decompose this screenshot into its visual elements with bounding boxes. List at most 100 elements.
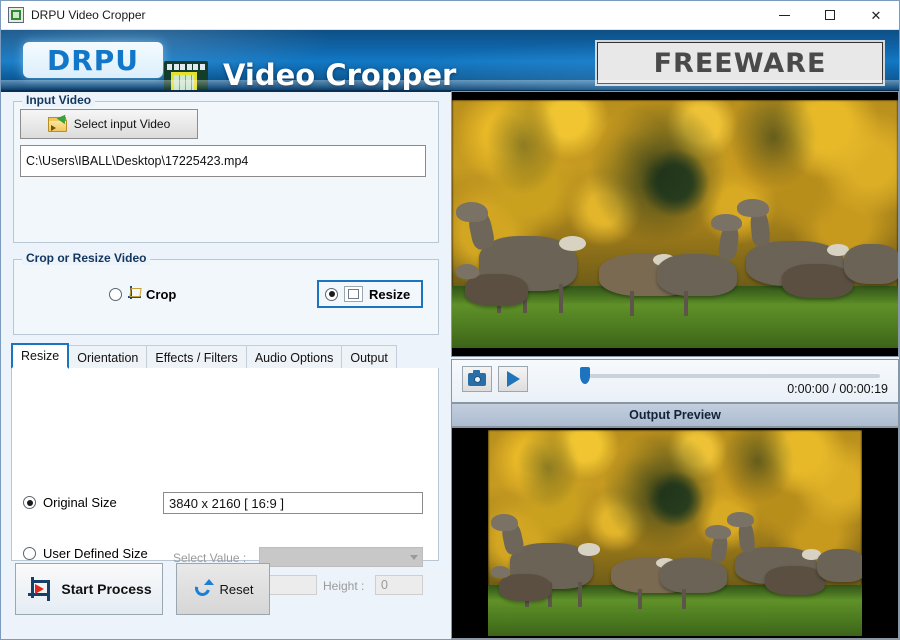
fawn	[498, 574, 552, 601]
crop-label: Crop	[146, 286, 177, 302]
select-value-dropdown[interactable]	[259, 547, 423, 567]
player-control-bar: 0:00:00 / 00:00:19	[451, 359, 899, 403]
freeware-badge-label: FREEWARE	[653, 47, 827, 79]
window-title: DRPU Video Cropper	[31, 8, 146, 22]
maximize-icon	[825, 10, 835, 20]
height-value: 0	[381, 578, 388, 592]
close-button[interactable]: ✕	[853, 1, 899, 29]
title-bar: DRPU Video Cropper ✕	[1, 1, 899, 30]
deer-leg	[630, 290, 635, 316]
resize-radio[interactable]	[325, 287, 338, 301]
video-frame-image	[452, 100, 898, 348]
folder-open-icon	[47, 111, 70, 132]
reset-button[interactable]: Reset	[176, 563, 270, 615]
settings-tabs: Resize Orientation Effects / Filters Aud…	[11, 343, 437, 370]
chevron-down-icon	[410, 554, 418, 560]
deer	[817, 549, 863, 583]
deer-head	[456, 201, 488, 222]
left-pane: Input Video Select input Video C:\Users\…	[1, 91, 449, 639]
tab-output-label: Output	[350, 350, 388, 365]
deer	[764, 565, 825, 595]
product-title: Video Cropper	[223, 58, 457, 92]
freeware-badge: FREEWARE	[597, 42, 883, 84]
deer-rump	[577, 543, 601, 556]
crop-radio-option[interactable]: Crop	[109, 286, 176, 302]
original-size-label: Original Size	[43, 495, 117, 510]
deer	[844, 243, 898, 284]
app-banner: DRPU Video Cropper FREEWARE	[1, 30, 899, 92]
start-process-button[interactable]: Start Process	[15, 563, 163, 615]
crop-radio[interactable]	[109, 287, 122, 301]
seek-slider[interactable]	[580, 367, 880, 384]
maximize-button[interactable]	[807, 1, 853, 29]
close-icon: ✕	[870, 7, 882, 23]
resize-tab-panel	[11, 368, 439, 561]
seek-slider-handle[interactable]	[580, 367, 590, 384]
output-frame-image	[487, 430, 863, 636]
original-size-radio-option[interactable]: Original Size	[23, 495, 117, 510]
tab-audio-options[interactable]: Audio Options	[245, 345, 343, 369]
user-defined-size-radio[interactable]	[23, 547, 36, 560]
minimize-icon	[778, 14, 790, 16]
fawn-head	[456, 263, 479, 279]
minimize-button[interactable]	[761, 1, 807, 29]
play-button[interactable]	[498, 366, 528, 392]
deer-leg	[683, 290, 688, 316]
application-window: DRPU Video Cropper ✕ DRPU Video Cropper …	[0, 0, 900, 640]
output-video-preview	[451, 427, 899, 639]
crop-play-icon	[26, 577, 52, 601]
deer	[660, 557, 728, 593]
resize-label: Resize	[369, 286, 411, 302]
fawn-head	[491, 565, 511, 579]
play-icon	[506, 371, 520, 387]
height-label: Height :	[323, 579, 365, 593]
deer-head	[710, 214, 742, 232]
input-path-value: C:\Users\IBALL\Desktop\17225423.mp4	[26, 154, 249, 168]
source-video-preview[interactable]	[451, 91, 899, 357]
logo-text: DRPU	[46, 43, 140, 77]
time-display: 0:00:00 / 00:00:19	[787, 382, 888, 396]
deer-leg	[682, 588, 687, 610]
height-input[interactable]: 0	[375, 575, 423, 595]
main-body: Input Video Select input Video C:\Users\…	[1, 91, 899, 639]
snapshot-button[interactable]	[462, 366, 492, 392]
deer	[782, 263, 854, 299]
tab-audio-options-label: Audio Options	[254, 350, 334, 365]
resize-icon	[344, 286, 363, 302]
deer-leg	[559, 283, 564, 314]
input-video-group-title: Input Video	[22, 93, 96, 107]
tab-resize-label: Resize	[21, 349, 60, 363]
start-process-label: Start Process	[61, 581, 152, 597]
output-preview-header: Output Preview	[451, 403, 899, 427]
output-preview-title: Output Preview	[629, 408, 721, 422]
input-path-field[interactable]: C:\Users\IBALL\Desktop\17225423.mp4	[20, 145, 426, 177]
crop-or-resize-group-title: Crop or Resize Video	[22, 251, 151, 265]
app-icon	[8, 7, 24, 23]
deer-head	[737, 199, 769, 217]
deer-leg	[577, 582, 582, 608]
tab-effects-filters-label: Effects / Filters	[155, 350, 238, 365]
original-size-value: 3840 x 2160 [ 16:9 ]	[169, 495, 284, 511]
tab-resize[interactable]: Resize	[11, 343, 70, 369]
tab-effects-filters[interactable]: Effects / Filters	[146, 345, 247, 369]
deer-leg	[637, 588, 642, 610]
deer-head	[704, 524, 732, 540]
reset-label: Reset	[219, 581, 254, 597]
original-size-field: 3840 x 2160 [ 16:9 ]	[163, 492, 423, 514]
original-size-radio[interactable]	[23, 496, 36, 509]
select-input-video-label: Select input Video	[73, 117, 171, 131]
film-strip-icon	[164, 61, 208, 90]
user-defined-size-label: User Defined Size	[43, 546, 148, 561]
right-pane: 0:00:00 / 00:00:19 Output Preview	[451, 91, 899, 639]
crop-icon	[126, 286, 142, 302]
tab-orientation[interactable]: Orientation	[68, 345, 148, 369]
tab-orientation-label: Orientation	[77, 350, 139, 365]
camera-icon	[468, 369, 486, 386]
select-input-video-button[interactable]: Select input Video	[20, 109, 198, 139]
deer-head	[727, 512, 754, 527]
tab-output[interactable]: Output	[341, 345, 397, 369]
fawn	[465, 273, 528, 306]
deer	[657, 253, 738, 296]
user-defined-size-radio-option[interactable]: User Defined Size	[23, 546, 148, 561]
resize-radio-option[interactable]: Resize	[317, 280, 423, 308]
